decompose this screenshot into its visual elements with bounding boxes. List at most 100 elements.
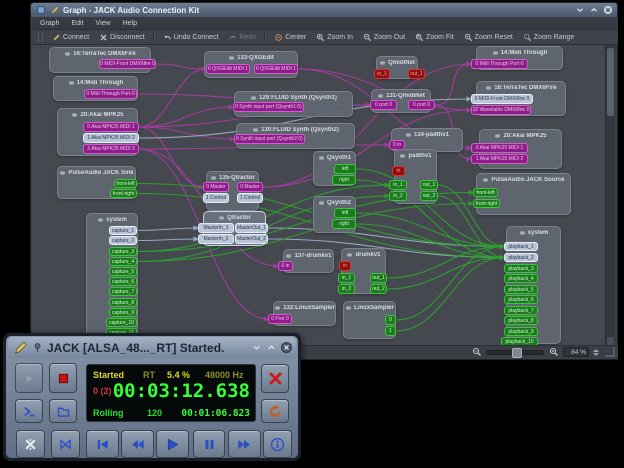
port-qtr-alsa-r0[interactable]: 0 Master [237,182,263,192]
vertical-scrollbar[interactable] [605,45,615,347]
port-qmn-app-out1[interactable]: out_1 [408,69,425,79]
port-pad-jack-out2[interactable]: out_2 [420,191,438,201]
port-dk-alsa-pin[interactable]: 0 in [278,261,293,271]
port-sys-pb-p8[interactable]: playback_8 [504,316,538,325]
port-sys-cap-c6[interactable]: capture_6 [109,277,137,286]
toolbar-zoom-range-button[interactable]: Zoom Range [519,32,578,43]
port-qmn-app-in1[interactable]: in_1 [374,69,390,79]
transport-pause-button[interactable] [193,430,225,458]
port-sys-pb-p2[interactable]: playback_2 [504,253,538,262]
port-sys-pb-p7[interactable]: playback_7 [504,306,538,315]
port-ls-jack-o1[interactable]: 1 [385,326,396,336]
zoom-out-icon[interactable] [471,347,482,358]
toolbar-undo-connect-button[interactable]: Undo Connect [159,32,223,43]
port-dk-jack-min[interactable]: in [339,261,351,271]
port-dk-jack-in2[interactable]: in_2 [338,284,355,294]
toolbar-connect-button[interactable]: Connect [48,32,93,43]
shade-icon[interactable] [251,342,262,353]
port-ls-alsa-pin[interactable]: 0 Port 0 [268,314,292,324]
port-qxg-in[interactable]: 0 QXGEdit MIDI 1 [206,64,250,74]
toolbar-zoom-reset-button[interactable]: Zoom Reset [460,32,517,43]
port-sys-cap-c4[interactable]: capture_4 [109,257,137,266]
transport-backward-button[interactable] [121,430,154,458]
port-ls-jack-o0[interactable]: 0 [385,315,396,325]
port-mt-out-p0[interactable]: 0 Midi Through Port-0 [84,89,137,99]
port-qxg-out[interactable]: 0 QXGEdit MIDI 1 [254,64,298,74]
port-pa-src-fr[interactable]: front-right [473,199,500,208]
close-button[interactable] [602,5,613,16]
maximize-button[interactable] [588,5,599,16]
port-sys-cap-c7[interactable]: capture_7 [109,287,137,296]
scrollbar-down-button[interactable] [607,337,614,345]
scrollbar-thumb[interactable] [607,48,614,116]
transport-play-button[interactable] [156,430,189,458]
port-sys-cap-c1[interactable]: capture_1 [109,226,137,235]
port-pad-jack-min[interactable]: in [392,166,405,176]
port-qs1-right[interactable]: right [332,175,356,185]
port-fs2-in[interactable]: 0 Synth input port (Qsynth2:0) [234,134,305,144]
port-sys-cap-c10[interactable]: capture_10 [106,318,137,327]
port-tt-out-p0[interactable]: 0 MIDI-Front DMX6fire 0 [99,59,156,69]
zoom-percent-spinbox[interactable]: 84 % [563,347,589,357]
port-qs1-left[interactable]: left [334,164,356,174]
messages-button[interactable] [15,399,43,423]
port-akai-out-m3[interactable]: 2 Akai MPK25 MIDI 3 [83,144,139,154]
menu-graph[interactable]: Graph [35,19,64,28]
quit-button[interactable] [261,364,289,393]
zoom-slider-thumb[interactable] [512,348,522,358]
port-qtr-alsa-r1[interactable]: 1 Control [237,193,263,203]
port-qs2-left[interactable]: left [334,208,356,218]
toolbar-disconnect-button[interactable]: Disconnect [95,32,149,43]
port-pa-src-fl[interactable]: front-left [473,188,498,197]
toolbar-center-button[interactable]: Center [270,32,310,43]
unshade-icon[interactable] [266,342,277,353]
port-akai-out-m1[interactable]: 0 Akai MPK25 MIDI 1 [83,122,139,132]
window-menu-icon[interactable] [35,5,46,16]
port-sys-cap-c3[interactable]: capture_3 [109,247,137,256]
toolbar-zoom-fit-button[interactable]: Zoom Fit [411,32,458,43]
port-pa-sink-fr[interactable]: front-right [110,189,137,198]
stop-button[interactable] [49,363,77,393]
port-mt-in-pin[interactable]: 0 Midi Through Port-0 [471,59,528,69]
menu-help[interactable]: Help [118,19,142,28]
port-sys-cap-c8[interactable]: capture_8 [109,298,137,307]
toolbar-redo-button[interactable]: Redo [224,32,260,43]
port-fs1-in[interactable]: 0 Synth input port (Qsynth1:0) [233,102,304,112]
port-sys-cap-c5[interactable]: capture_5 [109,267,137,276]
menu-edit[interactable]: Edit [66,19,88,28]
port-sys-pb-p5[interactable]: playback_5 [504,285,538,294]
patchbay-canvas[interactable]: 16:TerraTec DMX6Fire0 MIDI-Front DMX6fir… [32,45,609,347]
port-qtr-alsa-l0[interactable]: 0 Master [203,182,229,192]
zoom-in-icon[interactable] [548,347,559,358]
qjackctl-close-icon[interactable] [281,342,292,353]
port-sys-pb-p3[interactable]: playback_3 [504,264,538,273]
port-qmn-alsa-pout[interactable]: 0 port 0 [408,100,435,110]
toolbar-handle[interactable] [38,33,43,42]
port-qtr-jack-mo1[interactable]: MasterOut_1 [235,223,268,233]
refresh-button[interactable] [261,399,289,423]
port-tt-in-wav[interactable]: 32 Wavetable DMX6fire 0 [471,105,531,115]
qjackctl-titlebar[interactable]: JACK [ALSA_48..._RT] Started. [8,337,296,358]
menu-view[interactable]: View [91,19,116,28]
port-pad-jack-in2[interactable]: in_2 [389,191,407,201]
port-pa-sink-fl[interactable]: front-left [114,179,137,188]
toolbar-zoom-out-button[interactable]: Zoom Out [359,32,409,43]
port-qmn-alsa-pin[interactable]: 0 port 0 [370,100,397,110]
transport-rewind-button[interactable] [86,430,119,458]
port-dk-jack-out2[interactable]: out_2 [370,284,387,294]
zoom-slider[interactable] [486,350,544,355]
port-sys-cap-c9[interactable]: capture_9 [109,308,137,317]
patchbay-button[interactable] [51,430,80,458]
port-sys-pb-p9[interactable]: playback_9 [504,327,538,336]
port-sys-pb-p4[interactable]: playback_4 [504,274,538,283]
port-qtr-jack-mi2[interactable]: MasterIn_2 [198,234,234,244]
transport-forward-button[interactable] [228,430,261,458]
port-sys-pb-p1[interactable]: playback_1 [504,242,538,251]
port-dk-jack-out1[interactable]: out_1 [370,273,387,283]
port-akai-out-m2[interactable]: 1 Akai MPK25 MIDI 2 [83,133,139,143]
resize-grip[interactable] [605,347,615,357]
port-akai-in-m1[interactable]: 0 Akai MPK25 MIDI 1 [471,143,528,153]
port-sys-pb-p6[interactable]: playback_6 [504,295,538,304]
session-button[interactable] [49,399,77,423]
pin-icon[interactable] [32,342,43,353]
